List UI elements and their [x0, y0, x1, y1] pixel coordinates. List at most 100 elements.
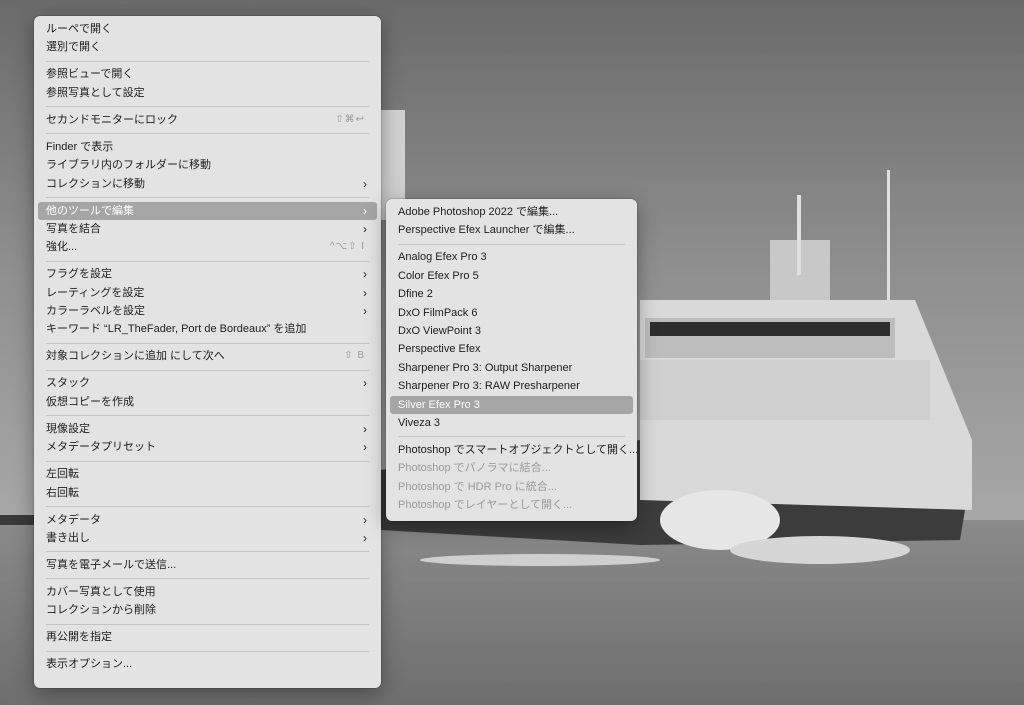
- menu-item-label: 対象コレクションに追加 にして次へ: [46, 350, 225, 363]
- menu-item[interactable]: 仮想コピーを作成: [38, 393, 377, 411]
- context-menu: ルーペで開く 選別で開く 参照ビューで開く 参照写真として設定 セカンドモニターにロック…: [34, 16, 381, 688]
- chevron-right-icon: ›: [363, 267, 367, 282]
- chevron-right-icon: ›: [363, 530, 367, 545]
- menu-item-label: 強化...: [46, 241, 78, 254]
- chevron-right-icon: ›: [363, 512, 367, 527]
- menu-item[interactable]: ライブラリ内のフォルダーに移動: [38, 156, 377, 174]
- menu-separator: [46, 106, 369, 108]
- menu-item-label: ルーペで開く: [46, 23, 112, 35]
- menu-item[interactable]: 左回転: [38, 465, 377, 483]
- menu-item[interactable]: 再公開を指定: [38, 628, 377, 646]
- menu-item[interactable]: Finder で表示: [38, 138, 377, 156]
- menu-item[interactable]: 現像設定 ›: [38, 420, 377, 438]
- menu-item-label: カラーラベルを設定: [46, 305, 145, 318]
- menu-item[interactable]: セカンドモニターにロック ⇧⌘↩: [38, 111, 377, 129]
- menu-item[interactable]: メタデータプリセット ›: [38, 438, 377, 456]
- chevron-right-icon: ›: [363, 203, 367, 218]
- menu-item-label: コレクションに移動: [46, 177, 145, 190]
- menu-item-label: フラグを設定: [46, 268, 112, 281]
- menu-item[interactable]: フラグを設定 ›: [38, 265, 377, 283]
- menu-item[interactable]: 参照ビューで開く: [38, 65, 377, 83]
- menu-separator: [46, 578, 369, 580]
- chevron-right-icon: ›: [363, 421, 367, 436]
- menu-item[interactable]: コレクションから削除: [38, 601, 377, 619]
- menu-item[interactable]: 参照写真として設定: [38, 84, 377, 102]
- menu-item[interactable]: レーティングを設定 ›: [38, 284, 377, 302]
- menu-shortcut: ^⌥⇧ I: [329, 241, 365, 253]
- menu-separator: [46, 133, 369, 135]
- menu-item[interactable]: 選別で開く: [38, 38, 377, 56]
- menu-item[interactable]: Adobe Photoshop 2022 で編集...: [390, 203, 633, 221]
- chevron-right-icon: ›: [363, 304, 367, 319]
- menu-item-label: メタデータ: [46, 513, 101, 526]
- menu-item[interactable]: Analog Efex Pro 3: [390, 248, 633, 266]
- menu-item-label: 再公開を指定: [46, 631, 112, 644]
- menu-separator: [46, 60, 369, 62]
- menu-item[interactable]: カラーラベルを設定 ›: [38, 302, 377, 320]
- menu-item-label: レーティングを設定: [46, 286, 145, 299]
- menu-item[interactable]: DxO FilmPack 6: [390, 304, 633, 322]
- menu-item-label: 現像設定: [46, 422, 90, 435]
- menu-shortcut: ⇧⌘↩: [335, 113, 365, 125]
- menu-item[interactable]: 表示オプション...: [38, 655, 377, 673]
- menu-item[interactable]: 対象コレクションに追加 にして次へ ⇧ B: [38, 347, 377, 365]
- menu-item-label: Adobe Photoshop 2022 で編集...: [398, 206, 559, 218]
- menu-item[interactable]: Viveza 3: [390, 414, 633, 432]
- menu-item-label: カバー写真として使用: [46, 585, 156, 598]
- menu-item-label: 参照ビューで開く: [46, 68, 134, 81]
- menu-item-label: メタデータプリセット: [46, 441, 156, 454]
- menu-item-label: 写真を結合: [46, 222, 101, 235]
- menu-item[interactable]: 他のツールで編集 ›: [38, 201, 377, 220]
- menu-item-label: Perspective Efex Launcher で編集...: [398, 224, 575, 237]
- menu-item-label: Photoshop でパノラマに結合...: [398, 462, 551, 475]
- menu-item[interactable]: 写真を電子メールで送信...: [38, 556, 377, 574]
- menu-item-label: 右回転: [46, 486, 79, 499]
- menu-item-label: 選別で開く: [46, 41, 101, 54]
- menu-item-label: Sharpener Pro 3: Output Sharpener: [398, 361, 573, 374]
- menu-item[interactable]: キーワード “LR_TheFader, Port de Bordeaux” を追…: [38, 320, 377, 338]
- menu-item[interactable]: 写真を結合 ›: [38, 220, 377, 238]
- menu-item[interactable]: カバー写真として使用: [38, 583, 377, 601]
- menu-shortcut: ⇧ B: [344, 350, 365, 362]
- menu-item-label: Analog Efex Pro 3: [398, 251, 487, 264]
- menu-item[interactable]: メタデータ ›: [38, 511, 377, 529]
- menu-item[interactable]: Silver Efex Pro 3: [390, 395, 633, 414]
- menu-item[interactable]: 強化... ^⌥⇧ I: [38, 238, 377, 256]
- menu-separator: [46, 650, 369, 652]
- menu-item-label: ライブラリ内のフォルダーに移動: [46, 159, 211, 172]
- chevron-right-icon: ›: [363, 176, 367, 191]
- menu-item-label: Dfine 2: [398, 288, 433, 301]
- chevron-right-icon: ›: [363, 285, 367, 300]
- menu-item-label: Photoshop でレイヤーとして開く...: [398, 499, 573, 512]
- menu-separator: [398, 436, 625, 438]
- chevron-right-icon: ›: [363, 440, 367, 455]
- menu-item[interactable]: Perspective Efex: [390, 340, 633, 358]
- menu-item[interactable]: コレクションに移動 ›: [38, 175, 377, 193]
- menu-item-label: キーワード “LR_TheFader, Port de Bordeaux” を追…: [46, 323, 307, 336]
- menu-item-label: 左回転: [46, 468, 79, 481]
- menu-item[interactable]: 右回転: [38, 484, 377, 502]
- menu-item[interactable]: ルーペで開く: [38, 20, 377, 38]
- menu-item[interactable]: Color Efex Pro 5: [390, 267, 633, 285]
- menu-item-label: セカンドモニターにロック: [46, 113, 178, 126]
- menu-item-label: 仮想コピーを作成: [46, 395, 134, 408]
- menu-item[interactable]: 書き出し ›: [38, 529, 377, 547]
- chevron-right-icon: ›: [363, 376, 367, 391]
- menu-item-label: 書き出し: [46, 531, 90, 544]
- menu-item-label: Finder で表示: [46, 140, 114, 153]
- menu-separator: [46, 623, 369, 625]
- menu-item[interactable]: DxO ViewPoint 3: [390, 322, 633, 340]
- menu-separator: [46, 369, 369, 371]
- menu-item[interactable]: Sharpener Pro 3: RAW Presharpener: [390, 377, 633, 395]
- menu-item-label: 表示オプション...: [46, 658, 133, 671]
- menu-item[interactable]: Dfine 2: [390, 285, 633, 303]
- menu-item[interactable]: スタック ›: [38, 374, 377, 392]
- menu-item[interactable]: Photoshop でスマートオブジェクトとして開く...: [390, 441, 638, 459]
- menu-item: Photoshop で HDR Pro に統合...: [390, 478, 633, 496]
- menu-item[interactable]: Perspective Efex Launcher で編集...: [390, 221, 633, 239]
- menu-separator: [46, 551, 369, 553]
- menu-item[interactable]: Sharpener Pro 3: Output Sharpener: [390, 359, 633, 377]
- menu-item-label: Perspective Efex: [398, 343, 481, 356]
- menu-item-label: Color Efex Pro 5: [398, 269, 479, 282]
- menu-item-label: コレクションから削除: [46, 604, 156, 617]
